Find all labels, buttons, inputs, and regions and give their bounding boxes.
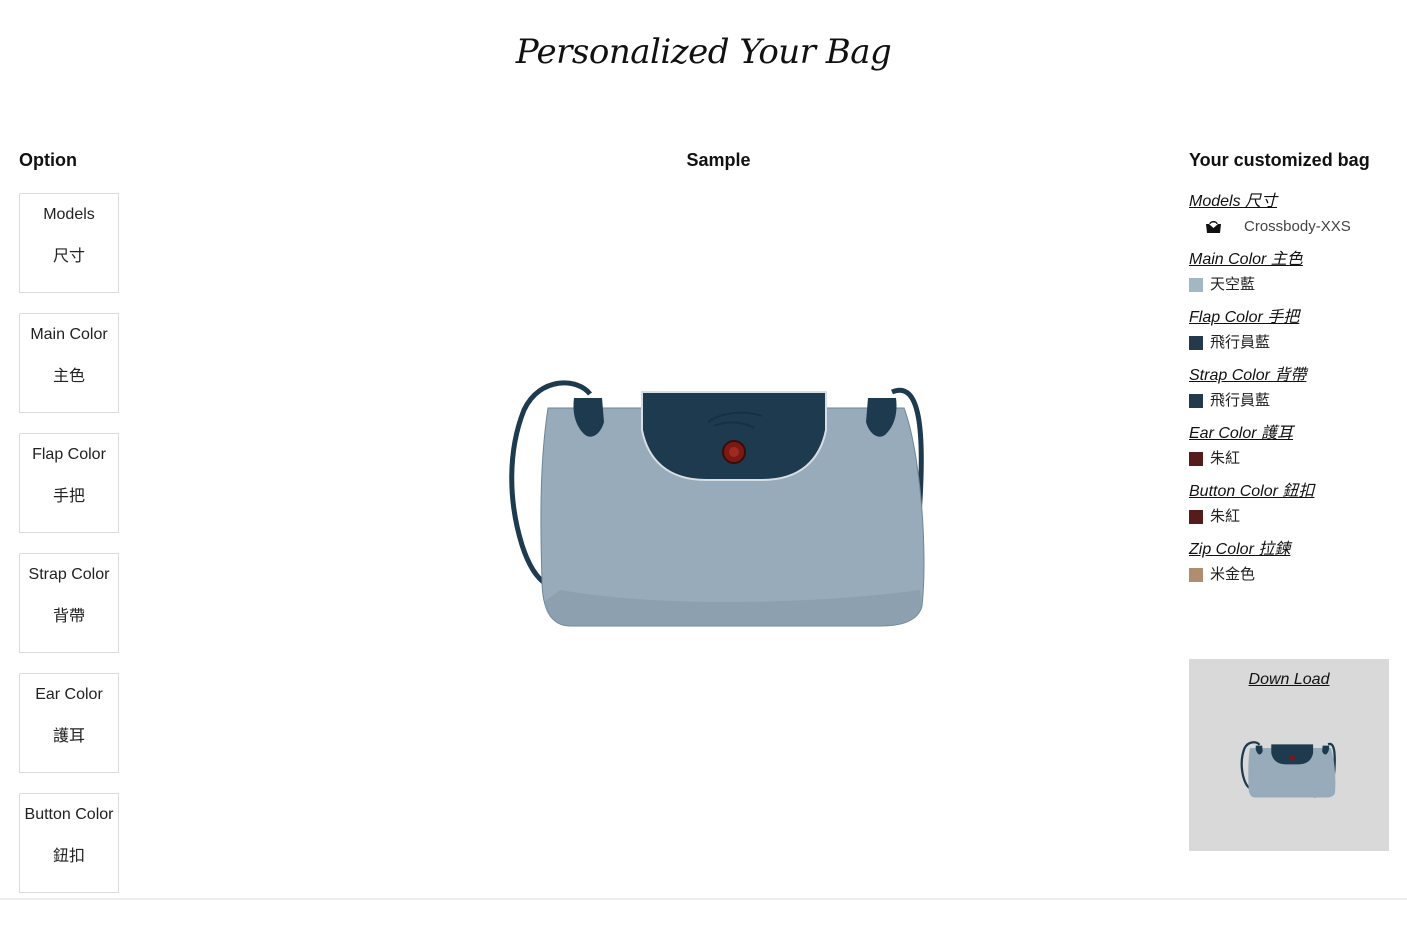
ear-color-swatch — [1189, 452, 1203, 466]
option-label-zh: 手把 — [52, 488, 85, 505]
download-panel: Down Load — [1189, 659, 1389, 851]
summary-ear-color-link[interactable]: Ear Color 護耳 — [1189, 422, 1389, 446]
page-title: Personalized Your Bag — [515, 32, 892, 72]
option-label: Ear Color — [35, 686, 103, 703]
customized-summary: Models 尺寸 Crossbody-XXS Main Color 主色 天空… — [1189, 190, 1389, 596]
option-label: Button Color — [24, 806, 114, 823]
summary-models-link[interactable]: Models 尺寸 — [1189, 190, 1389, 214]
option-button-color[interactable]: Button Color 鈕扣 — [19, 793, 119, 893]
option-label-zh: 背帶 — [52, 608, 85, 625]
option-flap-color[interactable]: Flap Color 手把 — [19, 433, 119, 533]
option-main-color[interactable]: Main Color 主色 — [19, 313, 119, 413]
summary-strap-color-link[interactable]: Strap Color 背帶 — [1189, 364, 1389, 388]
option-label-zh: 尺寸 — [52, 248, 85, 265]
flap-color-swatch — [1189, 336, 1203, 350]
summary-strap-color-row: 飛行員藍 — [1189, 390, 1389, 412]
option-ear-color[interactable]: Ear Color 護耳 — [19, 673, 119, 773]
summary-zip-color-link[interactable]: Zip Color 拉鍊 — [1189, 538, 1389, 562]
summary-button-color-link[interactable]: Button Color 鈕扣 — [1189, 480, 1389, 504]
summary-button-color-value: 朱紅 — [1210, 508, 1241, 525]
summary-ear-color-value: 朱紅 — [1210, 450, 1241, 467]
option-label: Models — [43, 206, 95, 223]
summary-zip-color-row: 米金色 — [1189, 564, 1389, 586]
download-link[interactable]: Down Load — [1189, 671, 1389, 689]
option-label: Flap Color — [32, 446, 106, 463]
summary-flap-color: Flap Color 手把 飛行員藍 — [1189, 306, 1389, 354]
bag-model-icon — [1206, 220, 1221, 233]
zip-color-swatch — [1189, 568, 1203, 582]
option-label: Main Color — [30, 326, 108, 343]
page: Personalized Your Bag Option Sample Your… — [0, 0, 1407, 933]
summary-ear-color-row: 朱紅 — [1189, 448, 1389, 470]
main-color-swatch — [1189, 278, 1203, 292]
option-list: Models 尺寸 Main Color 主色 Flap Color 手把 St… — [19, 193, 119, 913]
option-models[interactable]: Models 尺寸 — [19, 193, 119, 293]
custom-heading: Your customized bag — [1189, 150, 1370, 170]
summary-zip-color: Zip Color 拉鍊 米金色 — [1189, 538, 1389, 586]
summary-strap-color: Strap Color 背帶 飛行員藍 — [1189, 364, 1389, 412]
option-label: Strap Color — [28, 566, 110, 583]
button-color-swatch — [1189, 510, 1203, 524]
option-label-zh: 主色 — [52, 368, 85, 385]
bag-thumbnail — [1240, 741, 1336, 798]
summary-main-color: Main Color 主色 天空藍 — [1189, 248, 1389, 296]
bottom-divider — [0, 898, 1407, 900]
summary-models: Models 尺寸 Crossbody-XXS — [1189, 190, 1389, 238]
summary-button-color: Button Color 鈕扣 朱紅 — [1189, 480, 1389, 528]
summary-button-color-row: 朱紅 — [1189, 506, 1389, 528]
option-label-zh: 護耳 — [52, 728, 85, 745]
summary-main-color-link[interactable]: Main Color 主色 — [1189, 248, 1389, 272]
summary-flap-color-value: 飛行員藍 — [1210, 334, 1271, 351]
summary-models-value: Crossbody-XXS — [1244, 218, 1351, 235]
bag-flap — [641, 391, 827, 481]
summary-main-color-row: 天空藍 — [1189, 274, 1389, 296]
summary-zip-color-value: 米金色 — [1210, 566, 1256, 583]
summary-flap-color-row: 飛行員藍 — [1189, 332, 1389, 354]
strap-color-swatch — [1189, 394, 1203, 408]
summary-flap-color-link[interactable]: Flap Color 手把 — [1189, 306, 1389, 330]
summary-models-value-row: Crossbody-XXS — [1189, 216, 1389, 238]
option-label-zh: 鈕扣 — [52, 848, 85, 865]
summary-main-color-value: 天空藍 — [1210, 276, 1256, 293]
sample-bag-image — [509, 380, 925, 627]
option-strap-color[interactable]: Strap Color 背帶 — [19, 553, 119, 653]
summary-ear-color: Ear Color 護耳 朱紅 — [1189, 422, 1389, 470]
summary-strap-color-value: 飛行員藍 — [1210, 392, 1271, 409]
